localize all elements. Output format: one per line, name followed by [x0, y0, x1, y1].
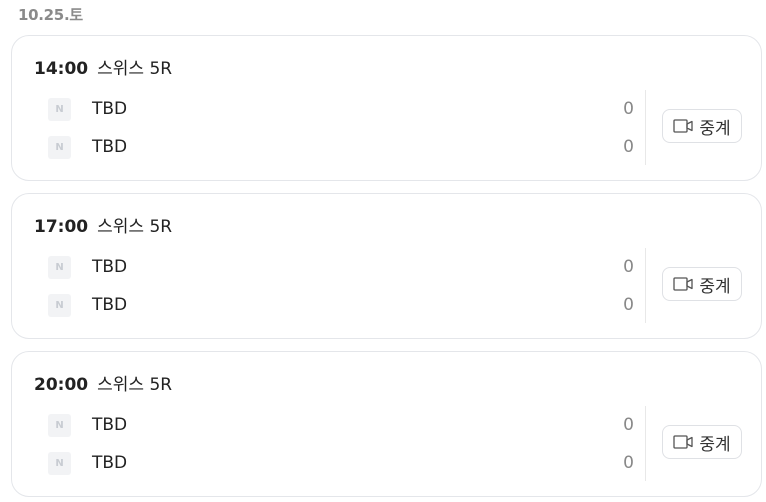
broadcast-button[interactable]: 중계: [662, 267, 742, 301]
team-score: 0: [623, 295, 634, 315]
team-score: 0: [623, 137, 634, 157]
match-header: 20:00 스위스 5R: [34, 370, 172, 395]
team-row[interactable]: N TBD 0: [48, 413, 634, 437]
match-header: 17:00 스위스 5R: [34, 212, 172, 237]
team-score: 0: [623, 415, 634, 435]
team-name: TBD: [92, 453, 128, 473]
team-row[interactable]: N TBD 0: [48, 451, 634, 475]
team-logo: N: [48, 135, 71, 159]
team-row[interactable]: N TBD 0: [48, 135, 634, 159]
video-camera-icon: [673, 119, 694, 133]
video-camera-icon: [673, 435, 694, 449]
match-time: 14:00: [34, 59, 89, 79]
team-logo: N: [48, 451, 71, 475]
broadcast-label: 중계: [699, 276, 731, 297]
match-time: 17:00: [34, 217, 89, 237]
team-name: TBD: [92, 295, 128, 315]
broadcast-label: 중계: [699, 434, 731, 455]
team-score: 0: [623, 99, 634, 119]
match-title: 스위스 5R: [97, 375, 173, 395]
team-logo: N: [48, 293, 71, 317]
broadcast-button[interactable]: 중계: [662, 425, 742, 459]
team-name: TBD: [92, 99, 128, 119]
match-title: 스위스 5R: [97, 217, 173, 237]
team-score: 0: [623, 257, 634, 277]
match-time: 20:00: [34, 375, 89, 395]
divider: [645, 90, 646, 165]
match-header: 14:00 스위스 5R: [34, 54, 172, 79]
team-logo: N: [48, 413, 71, 437]
divider: [645, 406, 646, 481]
team-score: 0: [623, 453, 634, 473]
broadcast-button[interactable]: 중계: [662, 109, 742, 143]
team-logo: N: [48, 255, 71, 279]
team-name: TBD: [92, 415, 128, 435]
team-row[interactable]: N TBD 0: [48, 255, 634, 279]
divider: [645, 248, 646, 323]
date-header: 10.25.토: [18, 6, 83, 24]
video-camera-icon: [673, 277, 694, 291]
team-row[interactable]: N TBD 0: [48, 97, 634, 121]
team-name: TBD: [92, 257, 128, 277]
match-title: 스위스 5R: [97, 59, 173, 79]
team-row[interactable]: N TBD 0: [48, 293, 634, 317]
team-logo: N: [48, 97, 71, 121]
broadcast-label: 중계: [699, 118, 731, 139]
match-card: 14:00 스위스 5R N TBD 0 N TBD 0 중계: [11, 35, 762, 181]
match-card: 17:00 스위스 5R N TBD 0 N TBD 0 중계: [11, 193, 762, 339]
match-card: 20:00 스위스 5R N TBD 0 N TBD 0 중계: [11, 351, 762, 497]
team-name: TBD: [92, 137, 128, 157]
